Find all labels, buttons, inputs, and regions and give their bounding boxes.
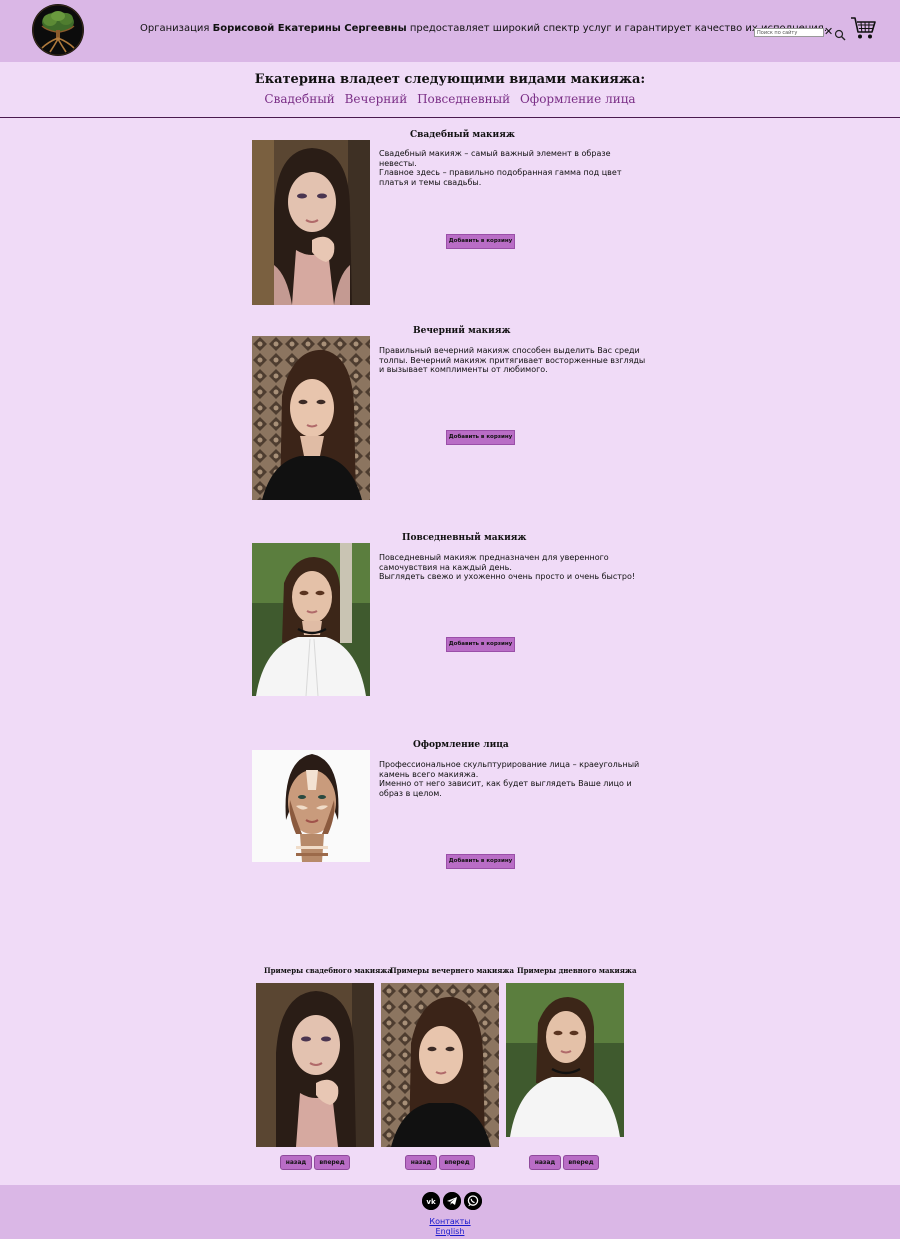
- add-to-cart-wedding-button[interactable]: Добавить в корзину: [446, 234, 515, 249]
- telegram-icon[interactable]: [443, 1192, 461, 1210]
- wedding-line-2: Главное здесь – правильно подобранная га…: [379, 168, 622, 187]
- contouring-line-2: Именно от него зависит, как будет выгляд…: [379, 779, 632, 798]
- evening-photo: [252, 336, 370, 500]
- gallery-photo-daytime: [506, 983, 624, 1137]
- site-header: Организация Борисовой Екатерины Сергеевн…: [0, 0, 900, 62]
- nav-link-everyday[interactable]: Повседневный: [417, 92, 510, 106]
- gallery-daytime-next-button[interactable]: вперед: [563, 1155, 599, 1170]
- contouring-description: Профессиональное скульптурирование лица …: [379, 760, 647, 798]
- clear-search-icon[interactable]: ✕: [824, 26, 833, 37]
- language-link-row: English: [0, 1227, 900, 1237]
- cart-icon[interactable]: [850, 15, 876, 41]
- services-nav: Свадебный Вечерний Повседневный Оформлен…: [0, 92, 900, 106]
- intro-title: Екатерина владеет следующими видами маки…: [254, 72, 646, 87]
- everyday-line-1: Повседневный макияж предназначен для уве…: [379, 553, 609, 572]
- nav-link-face-contouring[interactable]: Оформление лица: [520, 92, 636, 106]
- contouring-title: Оформление лица: [413, 740, 509, 750]
- tree-logo-icon[interactable]: [32, 4, 84, 56]
- gallery-wedding-next-button[interactable]: вперед: [314, 1155, 350, 1170]
- evening-line-1: Правильный вечерний макияж способен выде…: [379, 346, 646, 374]
- contouring-line-1: Профессиональное скульптурирование лица …: [379, 760, 640, 779]
- add-to-cart-contouring-button[interactable]: Добавить в корзину: [446, 854, 515, 869]
- wedding-photo: [252, 140, 370, 305]
- site-footer: vk Контакты English: [0, 1185, 900, 1239]
- gallery-wedding-prev-button[interactable]: назад: [280, 1155, 312, 1170]
- evening-title: Вечерний макияж: [413, 326, 511, 336]
- header-tagline: Организация Борисовой Екатерины Сергеевн…: [140, 23, 827, 35]
- evening-description: Правильный вечерний макияж способен выде…: [379, 346, 647, 375]
- everyday-line-2: Выглядеть свежо и ухоженно очень просто …: [379, 572, 636, 581]
- wedding-title: Свадебный макияж: [410, 130, 515, 140]
- search-input[interactable]: [754, 28, 824, 37]
- nav-link-wedding[interactable]: Свадебный: [264, 92, 334, 106]
- wedding-description: Свадебный макияж – самый важный элемент …: [379, 149, 647, 187]
- gallery-evening-next-button[interactable]: вперед: [439, 1155, 475, 1170]
- services-intro: Екатерина владеет следующими видами маки…: [0, 62, 900, 118]
- contacts-link-row: Контакты: [0, 1217, 900, 1227]
- tagline-prefix: Организация: [140, 23, 213, 34]
- whatsapp-icon[interactable]: [464, 1192, 482, 1210]
- search-icon[interactable]: [834, 26, 846, 41]
- everyday-description: Повседневный макияж предназначен для уве…: [379, 553, 647, 582]
- nav-link-evening[interactable]: Вечерний: [345, 92, 408, 106]
- everyday-title: Повседневный макияж: [402, 533, 527, 543]
- add-to-cart-evening-button[interactable]: Добавить в корзину: [446, 430, 515, 445]
- gallery-photo-wedding: [256, 983, 374, 1147]
- gallery-title-daytime: Примеры дневного макияжа: [517, 966, 637, 975]
- everyday-photo: [252, 543, 370, 696]
- owner-name: Борисовой Екатерины Сергеевны: [212, 23, 407, 34]
- contacts-link[interactable]: Контакты: [429, 1217, 470, 1226]
- gallery-title-wedding: Примеры свадебного макияжа: [264, 966, 392, 975]
- english-language-link[interactable]: English: [436, 1227, 465, 1236]
- svg-text:vk: vk: [426, 1198, 436, 1206]
- add-to-cart-everyday-button[interactable]: Добавить в корзину: [446, 637, 515, 652]
- wedding-line-1: Свадебный макияж – самый важный элемент …: [379, 149, 611, 168]
- gallery-photo-evening: [381, 983, 499, 1147]
- gallery-daytime-prev-button[interactable]: назад: [529, 1155, 561, 1170]
- vk-icon[interactable]: vk: [422, 1192, 440, 1210]
- gallery-title-evening: Примеры вечернего макияжа: [390, 966, 514, 975]
- gallery-evening-prev-button[interactable]: назад: [405, 1155, 437, 1170]
- contouring-photo: [252, 750, 370, 862]
